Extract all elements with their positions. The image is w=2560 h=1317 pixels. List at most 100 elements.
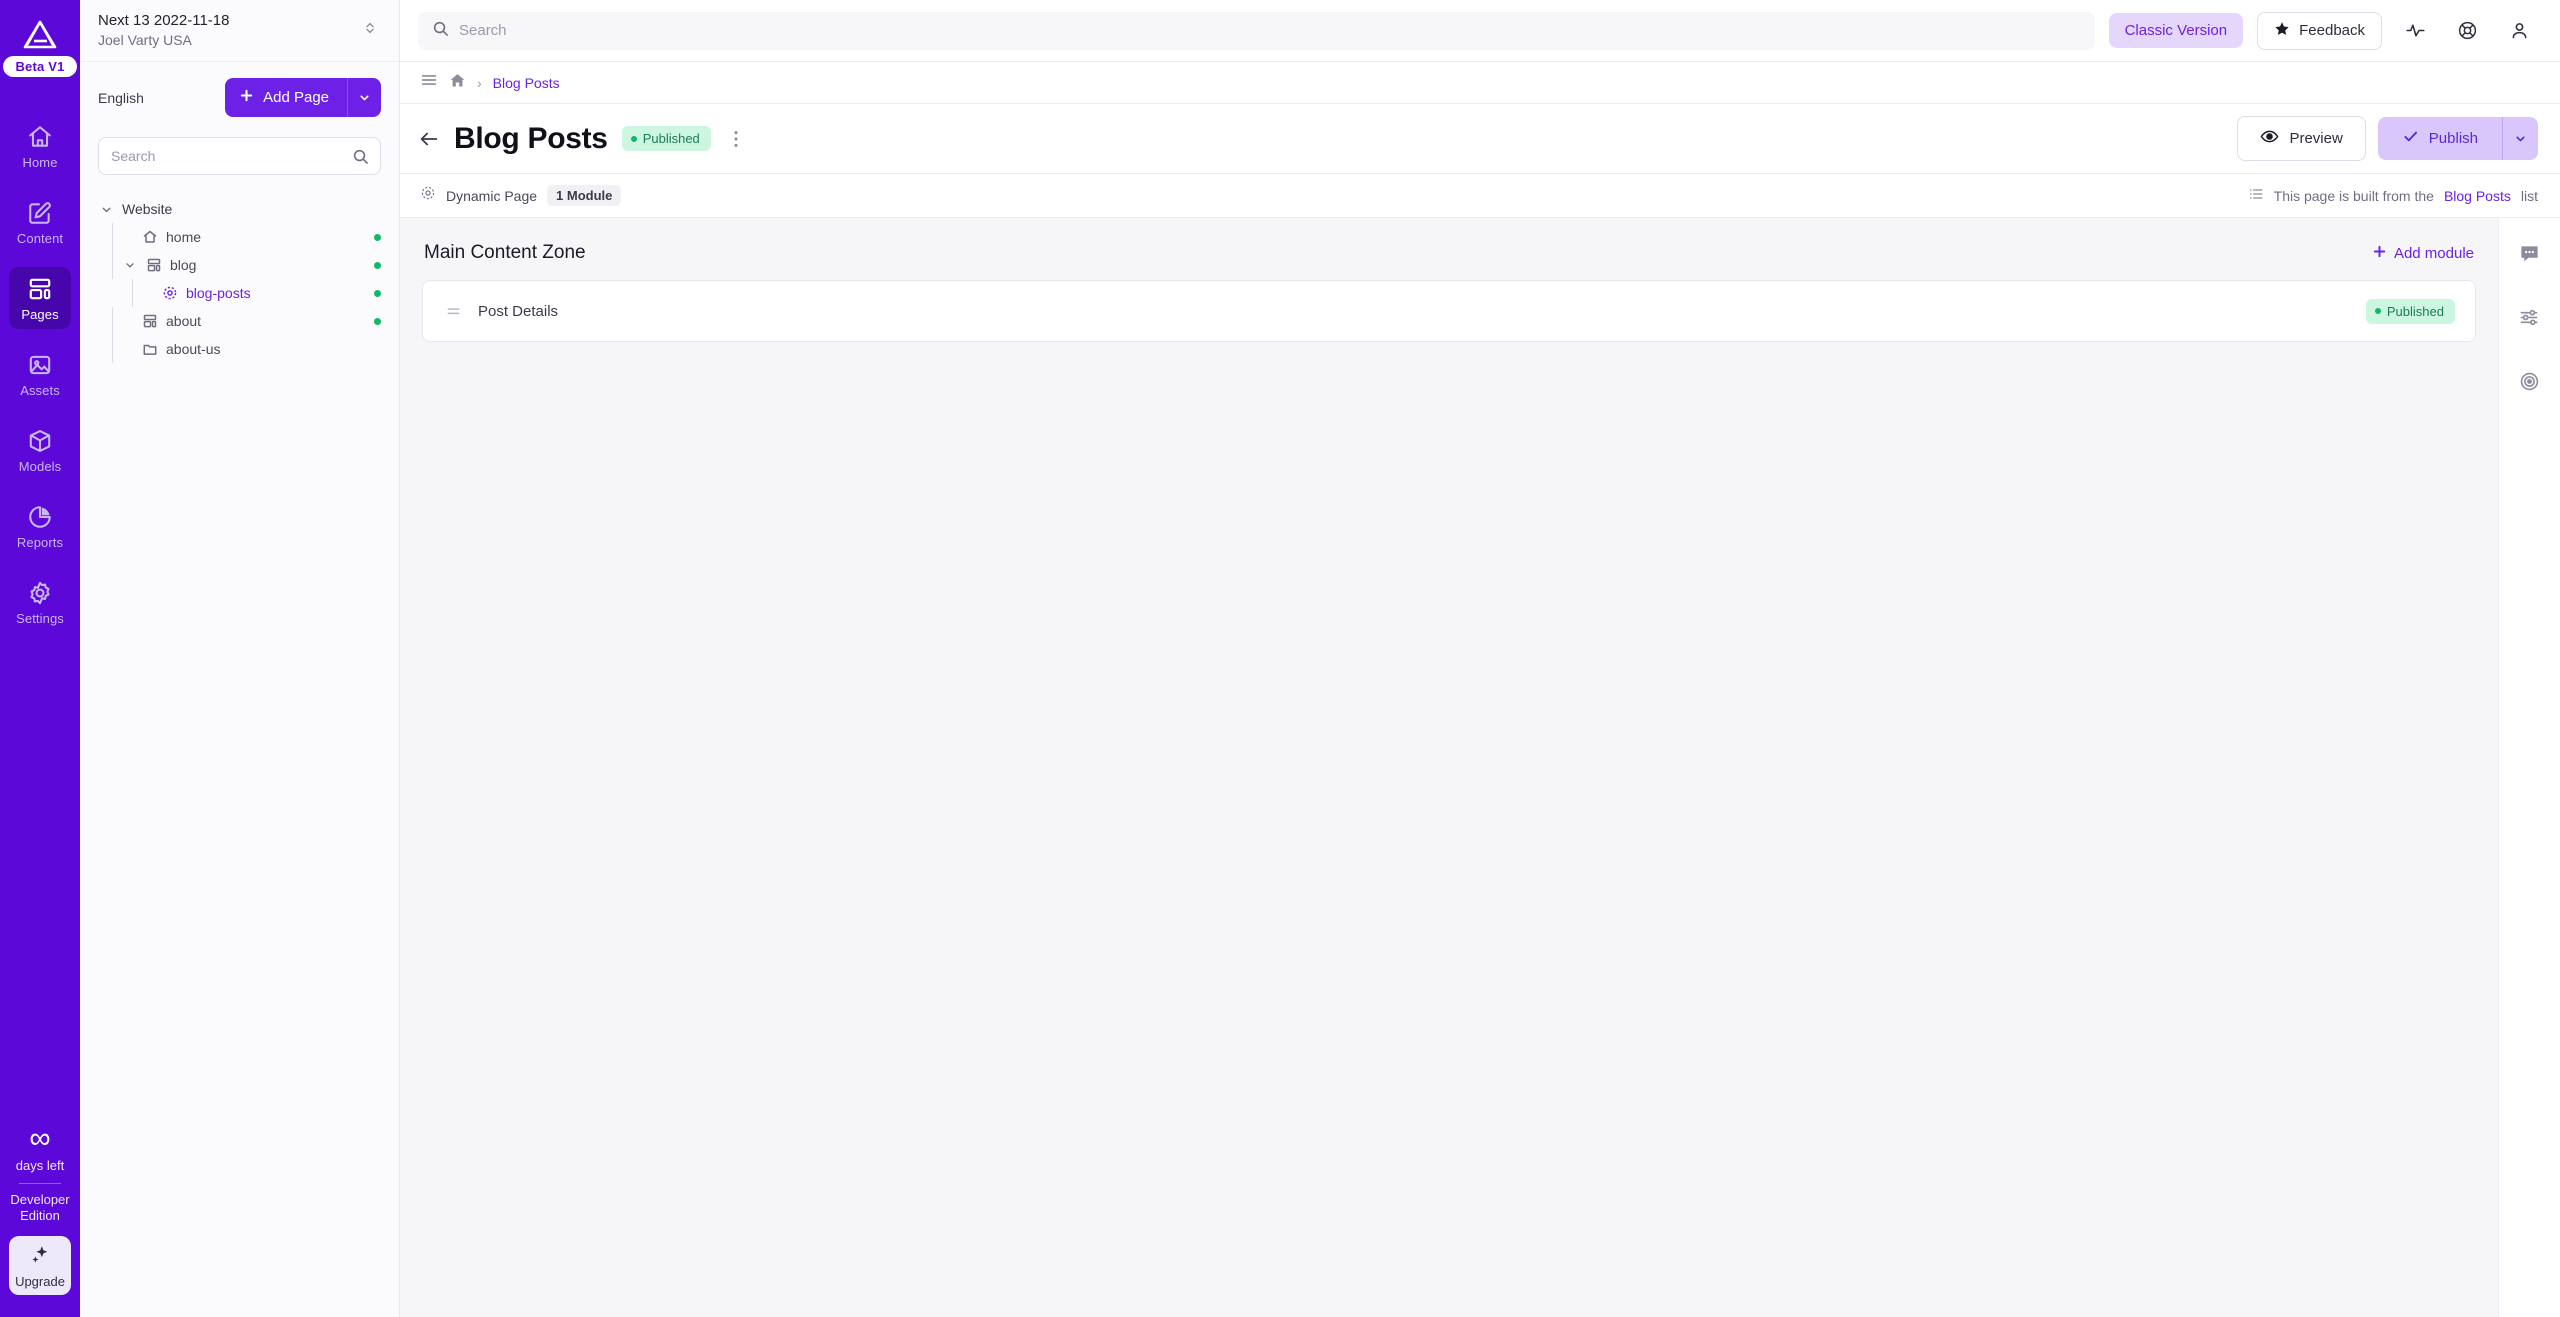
content-zone-header: Main Content Zone Add module — [422, 242, 2476, 280]
module-name: Post Details — [478, 302, 559, 320]
sidebar-item-label: Settings — [16, 611, 64, 626]
folder-icon — [142, 341, 158, 357]
triangle-logo-icon[interactable] — [16, 14, 64, 54]
edition-line-2: Edition — [20, 1207, 60, 1223]
dynamic-page-icon — [420, 185, 436, 206]
home-icon — [142, 229, 158, 245]
sidebar-item-reports[interactable]: Reports — [9, 495, 71, 557]
check-icon — [2402, 128, 2419, 149]
chevron-up-down-icon[interactable] — [359, 15, 381, 46]
tree-node-about[interactable]: about — [80, 307, 399, 335]
sidebar-item-label: Home — [22, 155, 58, 170]
list-icon — [2248, 186, 2264, 205]
search-input[interactable] — [99, 138, 380, 174]
plus-icon — [2372, 244, 2387, 263]
canvas-wrapper: Main Content Zone Add module Post Detail… — [400, 218, 2560, 1317]
activity-pulse-icon[interactable] — [2396, 12, 2434, 50]
status-dot — [2374, 308, 2381, 314]
days-left-label: days left — [15, 1157, 65, 1173]
global-topbar: Classic Version Feedback — [400, 0, 2560, 62]
sidebar-item-settings[interactable]: Settings — [9, 571, 71, 633]
publish-button[interactable]: Publish — [2377, 117, 2502, 160]
dynamic-page-icon — [162, 285, 178, 301]
more-vertical-icon[interactable] — [725, 125, 747, 153]
page-type-label: Dynamic Page — [446, 187, 538, 204]
breadcrumb: › Blog Posts — [400, 62, 2560, 104]
tree-node-home[interactable]: home — [80, 223, 399, 251]
drag-handle-icon[interactable] — [445, 303, 462, 320]
search-icon — [432, 20, 449, 42]
gear-icon — [27, 580, 53, 606]
tree-guide-line — [132, 279, 133, 307]
module-status-label: Published — [2386, 303, 2444, 319]
sidebar-item-content[interactable]: Content — [9, 191, 71, 253]
search-icon[interactable] — [352, 148, 369, 170]
chevron-down-icon[interactable] — [122, 257, 138, 273]
language-selector[interactable]: English — [98, 90, 144, 106]
sidebar-item-label: Content — [16, 231, 64, 246]
user-icon[interactable] — [2500, 12, 2538, 50]
edit-square-icon — [27, 200, 53, 226]
pages-panel-actions: English Add Page — [80, 62, 399, 129]
sidebar-item-label: Assets — [20, 383, 60, 398]
eye-icon — [2260, 127, 2279, 150]
add-module-button[interactable]: Add module — [2372, 244, 2474, 263]
hamburger-menu-icon[interactable] — [420, 71, 438, 94]
main-area: Classic Version Feedback — [400, 0, 2560, 1317]
target-icon[interactable] — [2511, 362, 2549, 400]
tree-node-blog-posts[interactable]: blog-posts — [80, 279, 399, 307]
tree-node-blog[interactable]: blog — [80, 251, 399, 279]
tree-root-website[interactable]: Website — [80, 195, 399, 223]
sidebar-item-label: Reports — [16, 535, 64, 550]
add-page-caret-button[interactable] — [347, 78, 381, 117]
tree-node-label: about — [166, 313, 202, 329]
classic-version-button[interactable]: Classic Version — [2108, 13, 2244, 48]
page-header-actions: Preview Publish — [2237, 116, 2538, 161]
module-card[interactable]: Post Details Published — [422, 280, 2476, 342]
publish-caret-button[interactable] — [2502, 117, 2538, 160]
chevron-down-icon — [98, 201, 114, 217]
search-input[interactable] — [459, 22, 2081, 39]
pie-chart-icon — [27, 504, 53, 530]
module-status-badge: Published — [2365, 298, 2455, 324]
site-name: Next 13 2022-11-18 — [98, 11, 230, 29]
rail-item-list: Home Content Pages Assets Models Reports… — [0, 115, 80, 647]
add-page-group: Add Page — [225, 78, 381, 117]
pages-layout-icon — [142, 313, 158, 329]
home-filled-icon[interactable] — [449, 72, 466, 94]
publish-group: Publish — [2377, 117, 2538, 160]
divider — [19, 1182, 61, 1184]
pages-search-box[interactable] — [98, 137, 381, 175]
edition-label: Developer Edition — [10, 1192, 69, 1225]
tree-node-label: home — [166, 229, 202, 245]
sliders-icon[interactable] — [2511, 298, 2549, 336]
sidebar-item-home[interactable]: Home — [9, 115, 71, 177]
tree-node-label: blog-posts — [186, 285, 251, 301]
module-count-chip: 1 Module — [547, 185, 622, 206]
tree-guide-line — [112, 335, 113, 363]
tree-node-about-us[interactable]: about-us — [80, 335, 399, 363]
status-dot — [630, 135, 637, 142]
breadcrumb-current[interactable]: Blog Posts — [493, 75, 560, 91]
page-source-link[interactable]: Blog Posts — [2444, 188, 2511, 204]
upgrade-button[interactable]: Upgrade — [9, 1236, 71, 1295]
lifebuoy-icon[interactable] — [2448, 12, 2486, 50]
sidebar-item-pages[interactable]: Pages — [9, 267, 71, 329]
global-search-box[interactable] — [418, 11, 2095, 50]
preview-button[interactable]: Preview — [2237, 116, 2366, 161]
arrow-left-icon[interactable] — [418, 128, 440, 150]
sidebar-item-models[interactable]: Models — [9, 419, 71, 481]
sidebar-item-assets[interactable]: Assets — [9, 343, 71, 405]
content-zone-title: Main Content Zone — [424, 242, 586, 263]
tree-root-label: Website — [122, 201, 173, 217]
add-module-label: Add module — [2393, 244, 2474, 262]
comment-bubble-icon[interactable] — [2511, 234, 2549, 272]
publish-label: Publish — [2428, 130, 2478, 147]
add-page-button[interactable]: Add Page — [225, 78, 347, 117]
pages-panel: Next 13 2022-11-18 Joel Varty USA Englis… — [80, 0, 400, 1317]
page-header: Blog Posts Published Preview Publish — [400, 104, 2560, 174]
tree-guide-line — [112, 223, 113, 251]
site-selector[interactable]: Next 13 2022-11-18 Joel Varty USA — [80, 0, 399, 62]
feedback-button[interactable]: Feedback — [2257, 11, 2382, 50]
right-tool-rail — [2498, 218, 2560, 1317]
